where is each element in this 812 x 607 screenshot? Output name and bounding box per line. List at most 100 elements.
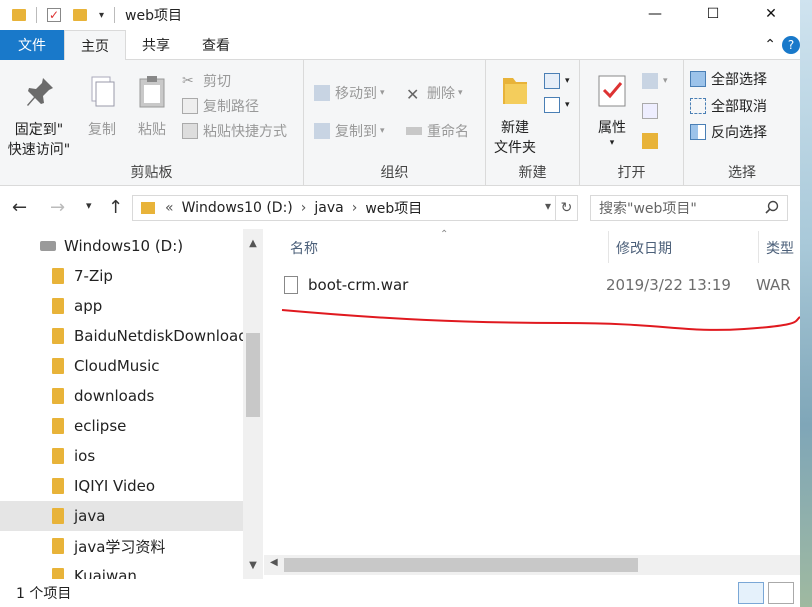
address-bar[interactable]: « Windows10 (D:) › java › web项目 ▾ ↻ — [132, 195, 578, 221]
nav-item-cloudmusic[interactable]: CloudMusic — [0, 351, 243, 381]
new-folder-label-1: 新建 — [501, 120, 529, 136]
maximize-button[interactable]: ☐ — [684, 0, 742, 28]
back-arrow-icon[interactable]: ← — [12, 197, 27, 218]
close-button[interactable]: ✕ — [742, 0, 800, 28]
select-all-icon — [690, 71, 706, 87]
nav-pane-scrollbar[interactable]: ▲ ▼ — [243, 229, 263, 579]
select-all-label: 全部选择 — [711, 72, 767, 88]
rename-button[interactable]: 重命名 — [406, 120, 469, 142]
recent-locations-chevron-icon[interactable]: ▾ — [86, 199, 92, 212]
chevron-right-icon[interactable]: › — [352, 200, 358, 216]
tab-file[interactable]: 文件 — [0, 30, 64, 60]
invert-selection-button[interactable]: 反向选择 — [690, 121, 767, 143]
cut-button[interactable]: ✂ 剪切 — [182, 70, 231, 92]
tab-share[interactable]: 共享 — [126, 30, 186, 60]
large-icons-view-icon[interactable] — [768, 582, 794, 604]
quick-access-toolbar: ✓ ▾ — [0, 0, 119, 30]
properties-button[interactable]: 属性 ▾ — [590, 72, 634, 148]
folder-icon — [52, 298, 64, 314]
nav-item-iqiyi-video[interactable]: IQIYI Video — [0, 471, 243, 501]
properties-check-icon[interactable]: ✓ — [47, 8, 61, 22]
breadcrumb-drive[interactable]: Windows10 (D:) — [182, 200, 293, 216]
search-input[interactable]: 搜索"web项目" — [599, 198, 697, 218]
nav-item-7zip[interactable]: 7-Zip — [0, 261, 243, 291]
nav-item-kuaiwan[interactable]: Kuaiwan — [0, 561, 243, 579]
new-folder-button[interactable]: 新建 文件夹 — [488, 72, 542, 158]
folder-icon — [52, 448, 64, 464]
help-icon[interactable]: ? — [782, 36, 800, 54]
tab-home[interactable]: 主页 — [64, 30, 126, 61]
status-bar: 1 个项目 — [0, 579, 800, 607]
cut-label: 剪切 — [203, 74, 231, 90]
title-bar: ✓ ▾ web项目 — ☐ ✕ — [0, 0, 800, 30]
scissors-icon: ✂ — [182, 73, 194, 89]
details-view-icon[interactable] — [738, 582, 764, 604]
scroll-thumb[interactable] — [284, 558, 638, 572]
folder-icon — [12, 9, 26, 21]
new-folder-icon[interactable] — [73, 9, 87, 21]
select-group: 全部选择 全部取消 反向选择 选择 — [684, 60, 800, 186]
nav-item-downloads[interactable]: downloads — [0, 381, 243, 411]
nav-item-label: Windows10 (D:) — [64, 237, 184, 255]
nav-item-ios[interactable]: ios — [0, 441, 243, 471]
drive-icon — [40, 241, 56, 251]
invert-selection-label: 反向选择 — [711, 125, 767, 141]
ribbon-tabs: 文件 主页 共享 查看 ⌃ ? — [0, 30, 800, 61]
delete-button[interactable]: ✕ 删除 ▾ — [406, 82, 463, 104]
horizontal-scrollbar[interactable]: ◀ — [264, 555, 800, 575]
scroll-left-icon[interactable]: ◀ — [270, 557, 278, 568]
paste-shortcut-button[interactable]: 粘贴快捷方式 — [182, 120, 287, 142]
edit-icon — [642, 103, 658, 119]
history-button[interactable] — [642, 130, 663, 152]
new-item-button[interactable]: ▾ — [544, 70, 570, 92]
address-dropdown-chevron-icon[interactable]: ▾ — [545, 199, 551, 213]
folder-icon — [52, 478, 64, 494]
search-icon[interactable] — [765, 200, 779, 214]
copy-icon — [91, 76, 115, 107]
rename-icon — [406, 127, 422, 135]
breadcrumb-java[interactable]: java — [314, 200, 343, 216]
scroll-down-icon[interactable]: ▼ — [243, 557, 263, 575]
nav-item-drive[interactable]: Windows10 (D:) — [0, 231, 243, 261]
divider — [36, 7, 37, 23]
breadcrumb-web[interactable]: web项目 — [365, 198, 422, 218]
copy-to-button[interactable]: 复制到 ▾ — [314, 120, 385, 142]
ribbon: 固定到" 快速访问" 复制 粘贴 ✂ 剪切 复制路径 粘贴快捷方式 剪贴板 移动… — [0, 60, 800, 186]
breadcrumb-overflow[interactable]: « — [165, 200, 174, 216]
search-box[interactable]: 搜索"web项目" — [590, 195, 788, 221]
minimize-button[interactable]: — — [626, 0, 684, 28]
customize-qat-chevron-icon[interactable]: ▾ — [99, 10, 104, 21]
forward-arrow-icon[interactable]: → — [50, 197, 65, 218]
divider — [114, 7, 116, 23]
up-arrow-icon[interactable]: ↑ — [108, 197, 123, 218]
organize-group-label: 组织 — [380, 165, 409, 181]
nav-item-label: app — [74, 297, 103, 315]
select-all-button[interactable]: 全部选择 — [690, 68, 767, 90]
paste-label: 粘贴 — [138, 122, 166, 138]
folder-icon — [52, 418, 64, 434]
scroll-thumb[interactable] — [246, 333, 260, 417]
copy-path-button[interactable]: 复制路径 — [182, 95, 259, 117]
easy-access-button[interactable]: ▾ — [544, 94, 570, 116]
folder-icon — [52, 358, 64, 374]
desktop-background — [800, 0, 812, 607]
select-none-button[interactable]: 全部取消 — [690, 95, 767, 117]
chevron-right-icon[interactable]: › — [301, 200, 307, 216]
nav-item-java[interactable]: java — [0, 501, 243, 531]
nav-item-java-study[interactable]: java学习资料 — [0, 531, 243, 561]
collapse-ribbon-chevron-icon[interactable]: ⌃ — [764, 37, 776, 53]
move-to-button[interactable]: 移动到 ▾ — [314, 82, 385, 104]
nav-item-baidunetdiskdownload[interactable]: BaiduNetdiskDownload — [0, 321, 243, 351]
copy-button[interactable]: 复制 — [80, 74, 124, 140]
nav-item-app[interactable]: app — [0, 291, 243, 321]
refresh-icon[interactable]: ↻ — [555, 196, 577, 220]
paste-button[interactable]: 粘贴 — [130, 74, 174, 140]
pin-quick-access-button[interactable]: 固定到" 快速访问" — [6, 74, 72, 160]
tab-view[interactable]: 查看 — [186, 30, 246, 60]
nav-item-eclipse[interactable]: eclipse — [0, 411, 243, 441]
nav-item-label: java学习资料 — [74, 537, 166, 556]
open-button[interactable]: ▾ — [642, 70, 668, 92]
scroll-up-icon[interactable]: ▲ — [243, 235, 263, 253]
edit-button[interactable] — [642, 100, 663, 122]
item-count: 1 个项目 — [16, 586, 72, 602]
